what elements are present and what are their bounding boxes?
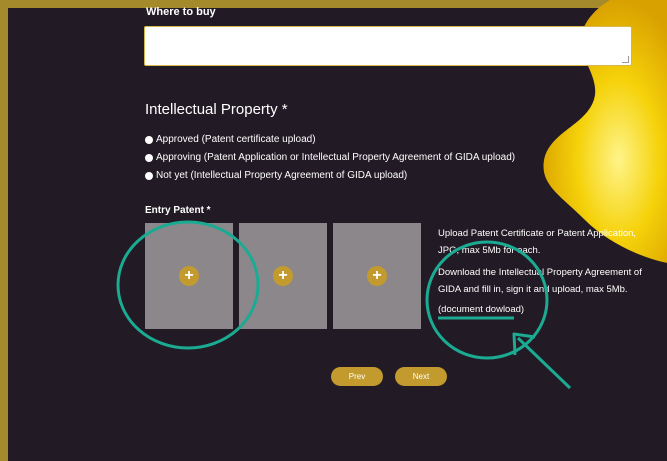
radio-approving[interactable]: Approving (Patent Application or Intelle… [145,152,515,163]
plus-icon[interactable]: + [367,266,387,286]
radio-approved[interactable]: Approved (Patent certificate upload) [145,134,316,145]
annotation-arrow-head [512,332,536,356]
radio-not-yet[interactable]: Not yet (Intellectual Property Agreement… [145,170,407,181]
radio-button-icon[interactable] [145,171,153,180]
radio-approving-label: Approving (Patent Application or Intelle… [156,152,516,163]
upload-slot-2[interactable]: + [239,223,327,329]
entry-patent-label: Entry Patent * [145,205,211,216]
document-download-link[interactable]: (document dowload) [438,304,524,315]
next-button[interactable]: Next [395,367,447,386]
upload-info-line-2: JPG, max 5Mb for each. [438,245,541,256]
where-to-buy-label: Where to buy [146,6,216,18]
radio-button-icon[interactable] [145,135,153,144]
resize-handle[interactable] [622,56,629,63]
annotation-arrow-shaft [516,336,572,390]
upload-info-line-3: Download the Intellectual Property Agree… [438,267,642,278]
radio-approved-label: Approved (Patent certificate upload) [156,134,316,145]
upload-info-line-1: Upload Patent Certificate or Patent Appl… [438,228,637,239]
plus-icon[interactable]: + [273,266,293,286]
left-border [0,0,8,461]
where-to-buy-textarea[interactable] [144,26,632,66]
upload-slot-1[interactable]: + [145,223,233,329]
annotation-circle-link [425,240,549,360]
radio-button-icon[interactable] [145,153,153,162]
upload-info-line-4: GIDA and fill in, sign it and upload, ma… [438,284,628,295]
prev-button[interactable]: Prev [331,367,383,386]
plus-icon[interactable]: + [179,266,199,286]
intellectual-property-title: Intellectual Property * [145,101,288,118]
radio-not-yet-label: Not yet (Intellectual Property Agreement… [156,170,408,181]
document-download-link-wrapper: (document dowload) [438,304,524,315]
upload-slot-3[interactable]: + [333,223,421,329]
